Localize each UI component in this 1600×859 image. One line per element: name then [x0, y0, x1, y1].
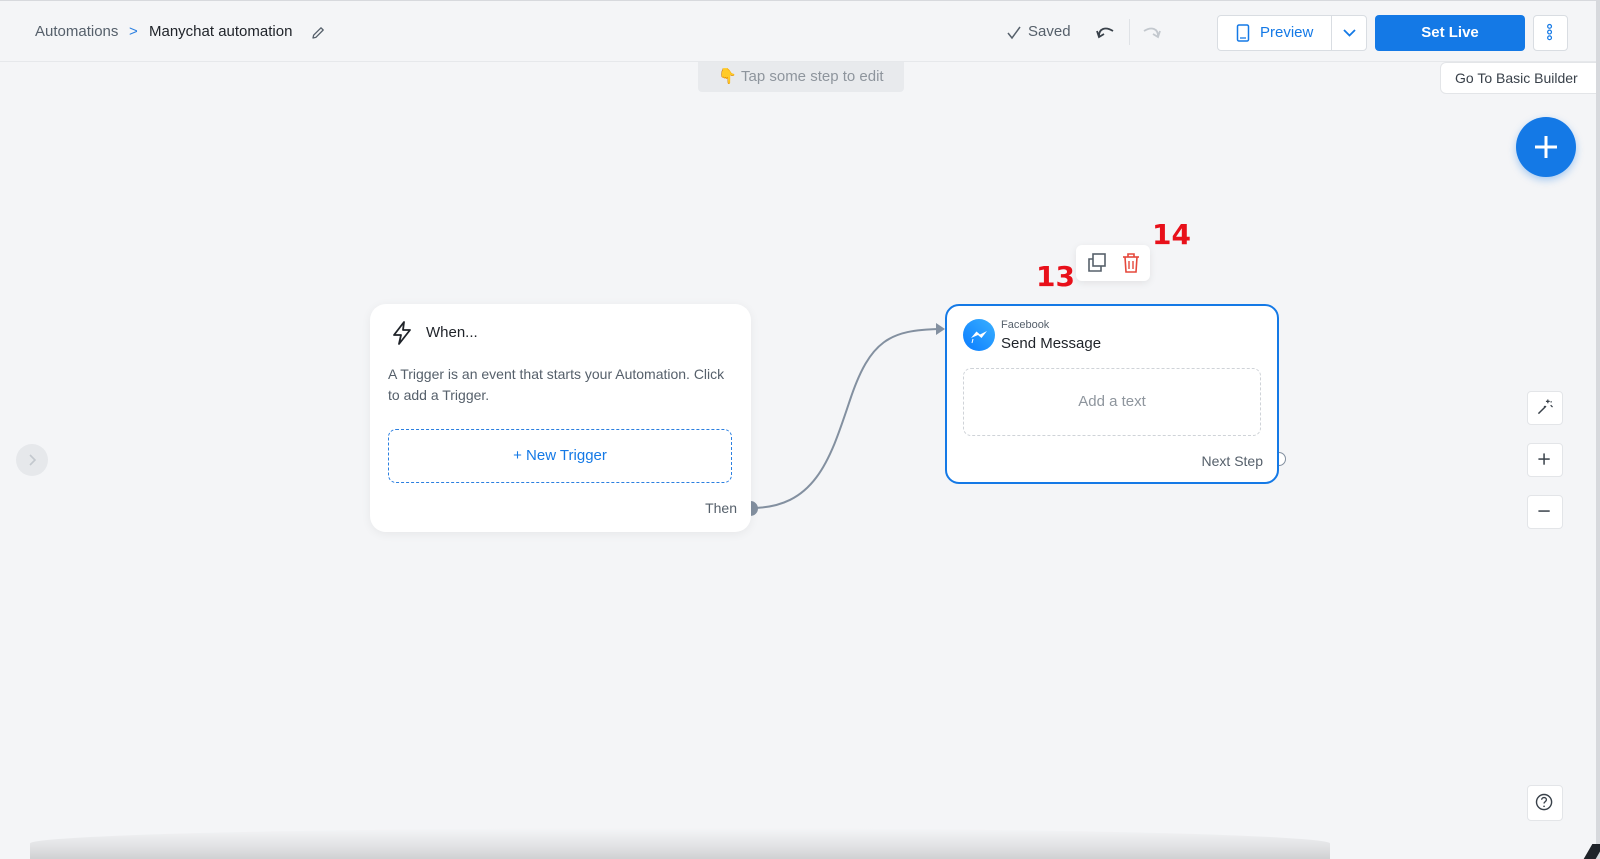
- next-step-label: Next Step: [1201, 453, 1263, 469]
- preview-button[interactable]: Preview: [1218, 16, 1331, 50]
- plus-icon: [1535, 136, 1557, 158]
- zoom-out-button[interactable]: [1527, 495, 1563, 529]
- trash-icon[interactable]: [1118, 251, 1144, 275]
- chevron-down-icon: [1343, 29, 1356, 37]
- bottom-shadow: [30, 828, 1330, 859]
- new-trigger-button[interactable]: + New Trigger: [388, 429, 732, 483]
- preview-label: Preview: [1260, 24, 1314, 41]
- pencil-icon[interactable]: [310, 25, 326, 41]
- toolbar-divider: [1129, 19, 1130, 45]
- window-edge: [1596, 0, 1600, 859]
- trigger-description: A Trigger is an event that starts your A…: [388, 366, 725, 403]
- messenger-icon: [963, 319, 995, 351]
- preview-button-group: Preview: [1217, 15, 1367, 51]
- breadcrumb-automations-link[interactable]: Automations: [35, 23, 118, 40]
- minus-icon: [1538, 510, 1550, 512]
- phone-icon: [1236, 24, 1250, 42]
- add-step-button[interactable]: [1516, 117, 1576, 177]
- plus-icon: [1538, 453, 1550, 465]
- preview-options-dropdown[interactable]: [1332, 16, 1367, 50]
- set-live-button[interactable]: Set Live: [1375, 15, 1525, 51]
- channel-label: Facebook: [1001, 319, 1050, 331]
- edit-hint: 👇 Tap some step to edit: [698, 62, 904, 92]
- sidebar-toggle-button[interactable]: [16, 444, 48, 476]
- redo-icon[interactable]: [1140, 22, 1162, 42]
- more-options-button[interactable]: [1533, 15, 1568, 51]
- send-message-title: Send Message: [1001, 335, 1102, 352]
- check-icon: [1006, 25, 1022, 41]
- breadcrumb-separator: >: [129, 23, 138, 40]
- trigger-title: When...: [426, 324, 478, 341]
- go-to-basic-builder-button[interactable]: Go To Basic Builder: [1440, 62, 1600, 94]
- magic-wand-icon: [1537, 399, 1553, 415]
- undo-icon[interactable]: [1095, 22, 1117, 42]
- connector-line: [750, 323, 945, 509]
- then-label: Then: [705, 500, 737, 516]
- help-icon: [1535, 793, 1553, 811]
- chevron-right-icon: [29, 454, 37, 466]
- zoom-in-button[interactable]: [1527, 443, 1563, 477]
- lightning-icon: [389, 320, 415, 346]
- top-bar: Automations > Manychat automation Saved …: [0, 0, 1600, 62]
- saved-status: Saved: [1028, 23, 1071, 40]
- annotation-marker-14: 14: [1152, 218, 1191, 251]
- help-button[interactable]: [1527, 785, 1563, 821]
- trigger-card[interactable]: When... A Trigger is an event that start…: [370, 304, 751, 532]
- annotation-marker-13: 13: [1036, 260, 1075, 293]
- add-text-button[interactable]: Add a text: [963, 368, 1261, 436]
- send-message-card[interactable]: Facebook Send Message Add a text Next St…: [945, 304, 1279, 484]
- automation-title: Manychat automation: [149, 23, 293, 40]
- more-vertical-icon: [1547, 23, 1553, 41]
- copy-icon[interactable]: [1084, 251, 1110, 275]
- auto-arrange-button[interactable]: [1527, 391, 1563, 425]
- step-toolbar: [1076, 245, 1150, 281]
